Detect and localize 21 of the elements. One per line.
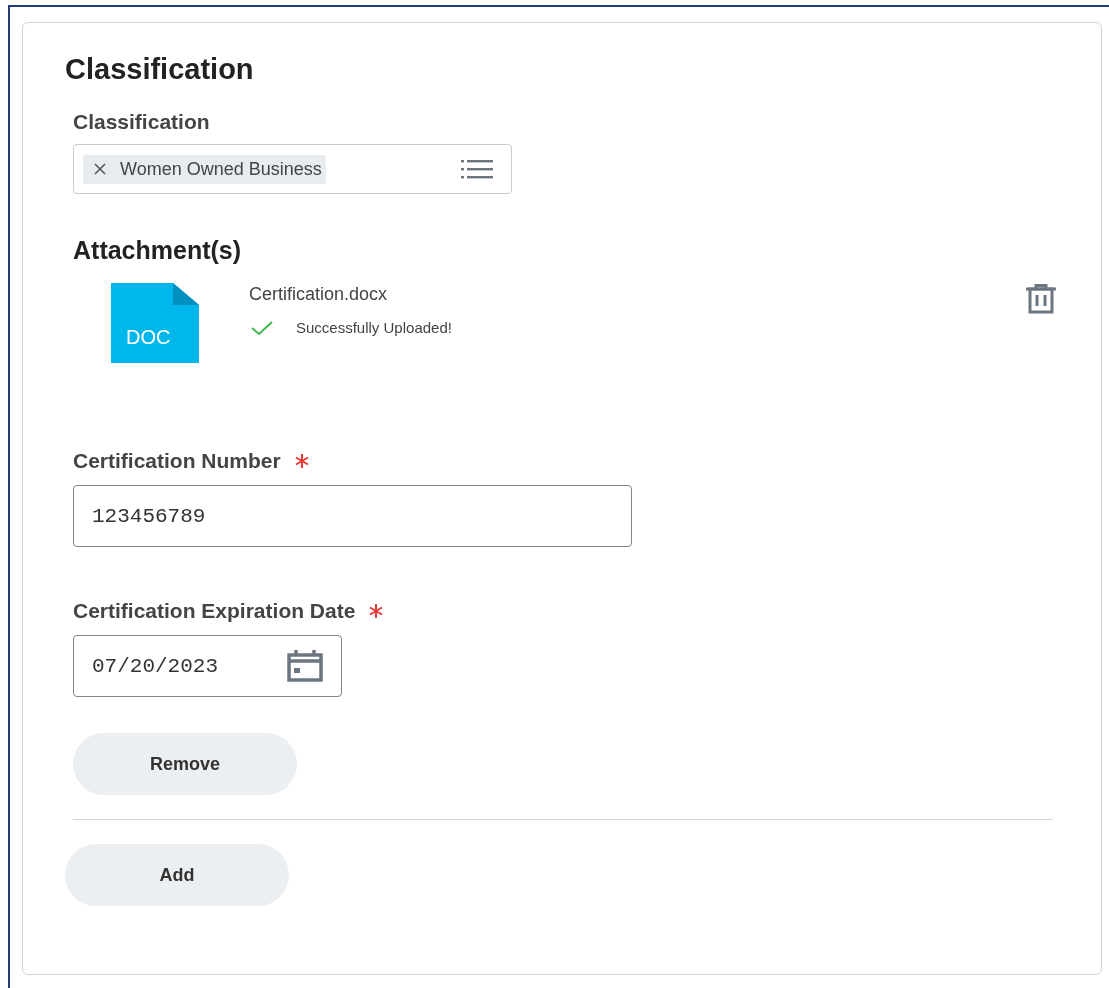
multiselect-field[interactable]: Women Owned Business (73, 144, 512, 194)
field-label: Classification (73, 110, 211, 134)
document-icon (111, 283, 199, 363)
close-icon[interactable] (93, 162, 107, 176)
section-title: Classification (65, 53, 255, 86)
add-button[interactable]: Add (65, 844, 289, 906)
field-label: Certification Expiration Date (73, 599, 356, 623)
file-name[interactable]: Certification.docx (249, 284, 452, 305)
section-heading: Attachment(s) (73, 236, 243, 265)
field-label: Certification Number (73, 449, 281, 473)
remove-button[interactable]: Remove (73, 733, 297, 795)
tag-chip[interactable]: Women Owned Business (83, 154, 326, 184)
check-icon (251, 319, 273, 336)
date-field[interactable]: 07/20/2023 (73, 635, 342, 697)
file-type-label: DOC (126, 326, 171, 349)
tag-label: Women Owned Business (120, 158, 322, 180)
trash-icon[interactable] (1025, 284, 1057, 314)
upload-status: Successfully Uploaded! (296, 319, 452, 336)
input-field[interactable]: 123456789 (73, 485, 632, 547)
calendar-icon[interactable] (287, 650, 323, 682)
list-icon[interactable] (461, 159, 493, 179)
